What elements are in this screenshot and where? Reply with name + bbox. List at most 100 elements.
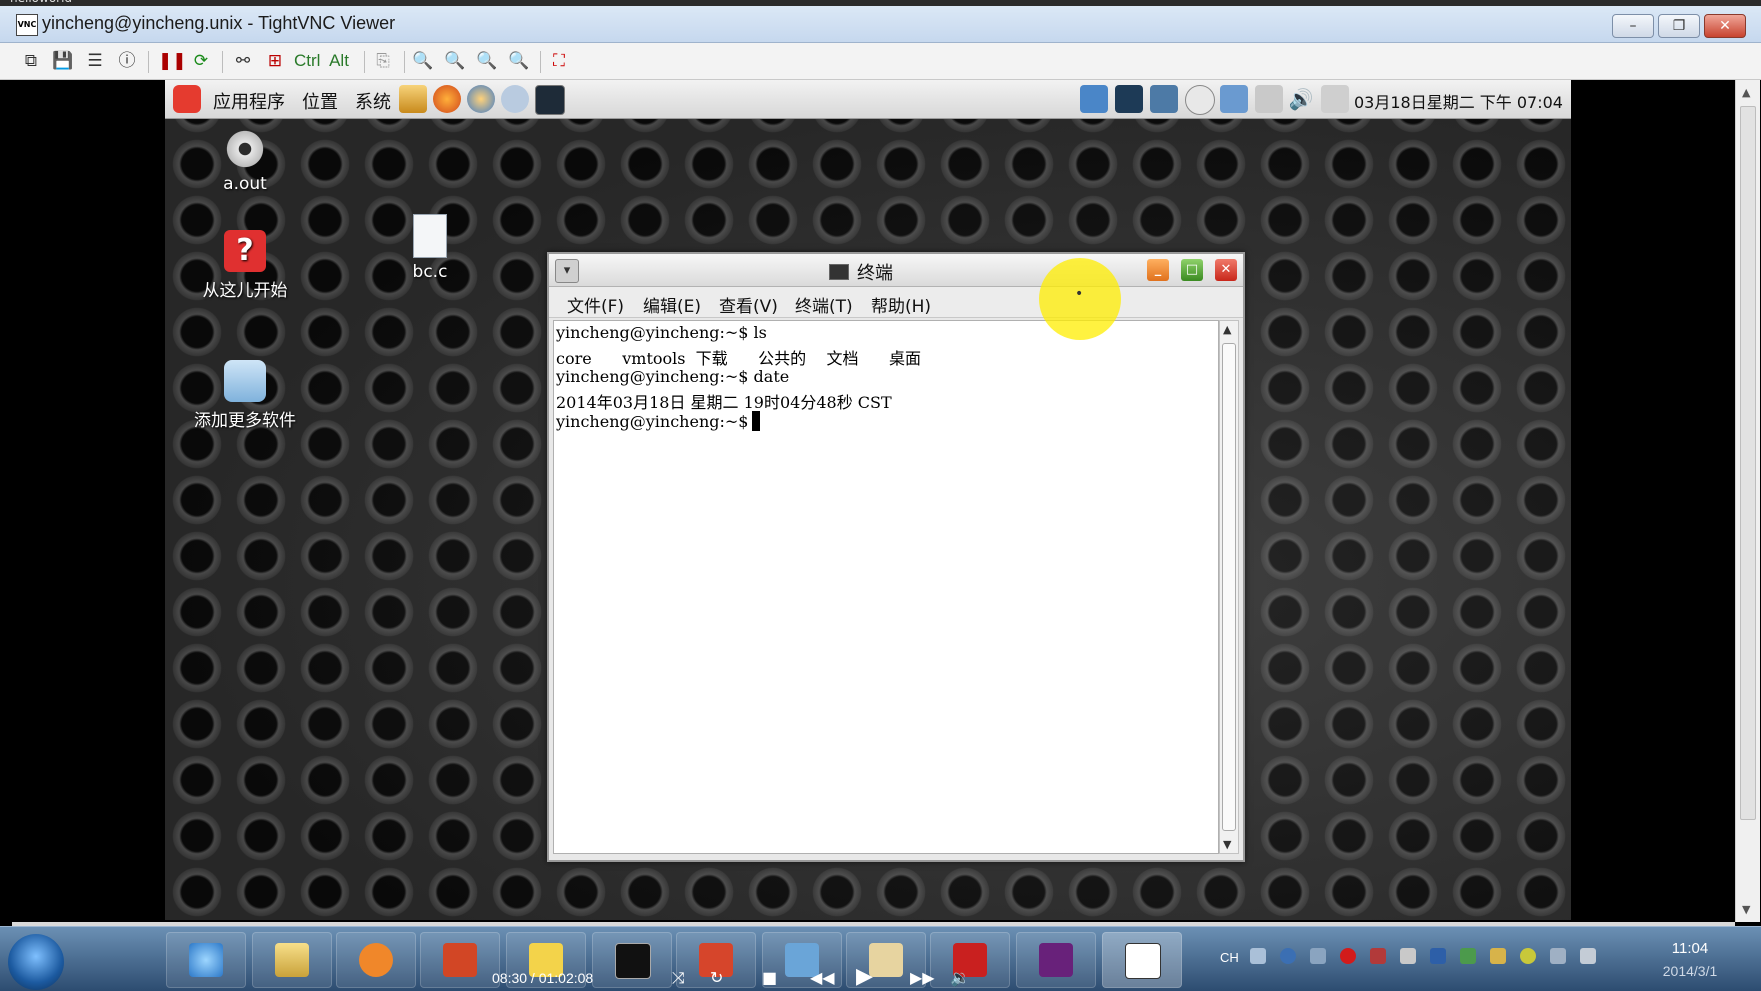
input-language[interactable]: CH (1220, 950, 1239, 965)
window-menu-icon[interactable]: ▾ (555, 259, 579, 283)
scroll-up-icon[interactable]: ▲ (1742, 86, 1750, 99)
play-icon[interactable]: ▶ (856, 964, 873, 989)
info-icon[interactable]: ⓘ (116, 49, 138, 73)
vnc-vertical-scrollbar[interactable]: ▲ ▼ (1735, 80, 1760, 922)
options-icon[interactable]: ☰ (84, 49, 106, 73)
terminal-title-bar[interactable]: ▾ 终端 _ □ ✕ (549, 254, 1243, 287)
redhat-logo-icon[interactable] (173, 85, 201, 113)
windows-key-icon[interactable]: ⊞ (264, 49, 286, 73)
taskbar-ie[interactable] (166, 932, 246, 988)
flag-icon[interactable] (1400, 948, 1416, 964)
menu-places[interactable]: 位置 (302, 88, 338, 114)
toolbar-divider (540, 51, 541, 73)
zoom-in-icon[interactable]: 🔍 (412, 49, 434, 73)
terminal-window[interactable]: ▾ 终端 _ □ ✕ 文件(F) 编辑(E) 查看(V) 终端(T) 帮助(H)… (547, 252, 1245, 862)
add-icon[interactable] (1520, 948, 1536, 964)
accessibility-icon[interactable] (1220, 85, 1248, 113)
new-connection-icon[interactable]: ⧉ (20, 49, 42, 73)
menu-edit[interactable]: 编辑(E) (643, 292, 701, 317)
terminal-maximize-button[interactable]: □ (1181, 259, 1203, 281)
fast-forward-icon[interactable]: ▶▶ (910, 968, 935, 987)
terminal-output[interactable]: yincheng@yincheng:~$ ls core vmtools 下载 … (553, 320, 1219, 854)
scroll-down-icon[interactable]: ▼ (1223, 838, 1231, 851)
terminal-scroll-thumb[interactable] (1222, 343, 1236, 831)
desktop-icon-start-here[interactable]: ? 从这儿开始 (185, 230, 305, 301)
desktop-icon-a-out[interactable]: a.out (185, 128, 305, 194)
mouse-pointer-dot: • (1075, 286, 1084, 302)
network-status-icon[interactable] (1255, 85, 1283, 113)
media-volume-icon[interactable]: 🔉 (950, 968, 970, 987)
menu-terminal[interactable]: 终端(T) (795, 292, 853, 317)
shuffle-icon[interactable]: ⤨ (672, 968, 685, 988)
menu-applications[interactable]: 应用程序 (213, 88, 285, 114)
terminal-title-icon (829, 264, 849, 280)
maximize-button[interactable]: ❐ (1658, 14, 1700, 38)
terminal-line: core vmtools 下载 公共的 文档 桌面 (556, 349, 922, 368)
rewind-icon[interactable]: ◀◀ (810, 968, 835, 987)
terminal-line: yincheng@yincheng:~$ date (556, 367, 790, 386)
printer-icon[interactable] (1321, 85, 1349, 113)
start-button[interactable] (8, 934, 64, 990)
evolution-mail-icon[interactable] (467, 85, 495, 113)
minimize-button[interactable]: – (1612, 14, 1654, 38)
ctrl-alt-del-icon[interactable]: ⚯ (232, 49, 254, 73)
system-monitor-icon[interactable] (1115, 85, 1143, 113)
bluetooth-icon[interactable] (1430, 948, 1446, 964)
clipboard-icon[interactable]: ⎘ (372, 49, 394, 73)
zoom-fit-icon[interactable]: 🔍 (508, 49, 530, 73)
menu-system[interactable]: 系统 (355, 88, 391, 114)
alt-key-button[interactable]: Alt (328, 49, 350, 73)
clock-applet-icon[interactable] (1185, 85, 1215, 115)
shield-icon[interactable] (1460, 948, 1476, 964)
ctrl-key-button[interactable]: Ctrl (294, 49, 320, 73)
network-monitor-icon[interactable] (1080, 85, 1108, 113)
terminal-minimize-button[interactable]: _ (1147, 259, 1169, 281)
close-button[interactable]: ✕ (1704, 14, 1746, 38)
vnc-scroll-thumb[interactable] (1740, 106, 1756, 820)
menu-view[interactable]: 查看(V) (719, 292, 778, 317)
desktop-icon-bc-c[interactable]: bc.c (370, 214, 490, 282)
scroll-down-icon[interactable]: ▼ (1742, 903, 1750, 916)
help-tray-icon[interactable] (1280, 948, 1296, 964)
clock-date: 2014/3/1 (1662, 963, 1718, 979)
toolbar-divider (148, 51, 149, 73)
text-file-icon (413, 214, 447, 258)
taskbar-explorer[interactable] (252, 932, 332, 988)
clock-time: 11:04 (1671, 940, 1709, 957)
repeat-icon[interactable]: ↻ (710, 968, 723, 987)
taskbar-media-player[interactable] (336, 932, 416, 988)
volume-icon[interactable]: 🔊 (1287, 85, 1315, 113)
weather-icon[interactable] (1150, 85, 1178, 113)
system-clock[interactable]: 11:04 2014/3/1 (1640, 940, 1740, 984)
keyboard-icon[interactable] (1250, 948, 1266, 964)
scroll-up-icon[interactable]: ▲ (1223, 323, 1231, 336)
zoom-out-icon[interactable]: 🔍 (444, 49, 466, 73)
network-icon[interactable] (1550, 948, 1566, 964)
terminal-prompt-line: yincheng@yincheng:~$ (556, 411, 761, 431)
volume-icon[interactable] (1580, 948, 1596, 964)
menu-help[interactable]: 帮助(H) (871, 292, 931, 317)
warning-icon[interactable] (1490, 948, 1506, 964)
record-icon[interactable] (1340, 948, 1356, 964)
zoom-100-icon[interactable]: 🔍 (476, 49, 498, 73)
taskbar-vnc[interactable] (1102, 932, 1182, 988)
tray-expand-icon[interactable] (1310, 948, 1326, 964)
terminal-scrollbar[interactable]: ▲ ▼ (1219, 320, 1239, 854)
media-controls: 08:30 / 01:02:08 ⤨ ↻ ■ ◀◀ ▶ ▶▶ 🔉 (470, 964, 1030, 990)
desktop-icon-add-software[interactable]: 添加更多软件 (185, 360, 305, 431)
update-icon[interactable] (501, 85, 529, 113)
panel-clock[interactable]: 03月18日星期二 下午 07:04 (1354, 89, 1563, 113)
security-icon[interactable] (1370, 948, 1386, 964)
stop-icon[interactable]: ■ (762, 968, 777, 987)
refresh-icon[interactable]: ⟳ (190, 49, 212, 73)
terminal-launcher-icon[interactable] (535, 85, 565, 115)
save-icon[interactable]: 💾 (52, 49, 74, 73)
fullscreen-icon[interactable]: ⛶ (548, 49, 570, 73)
visual-studio-icon (1039, 943, 1073, 977)
menu-file[interactable]: 文件(F) (567, 292, 624, 317)
terminal-close-button[interactable]: ✕ (1215, 259, 1237, 281)
text-cursor (752, 411, 761, 431)
home-folder-icon[interactable] (399, 85, 427, 113)
pause-icon[interactable]: ❚❚ (158, 49, 187, 73)
firefox-icon[interactable] (433, 85, 461, 113)
